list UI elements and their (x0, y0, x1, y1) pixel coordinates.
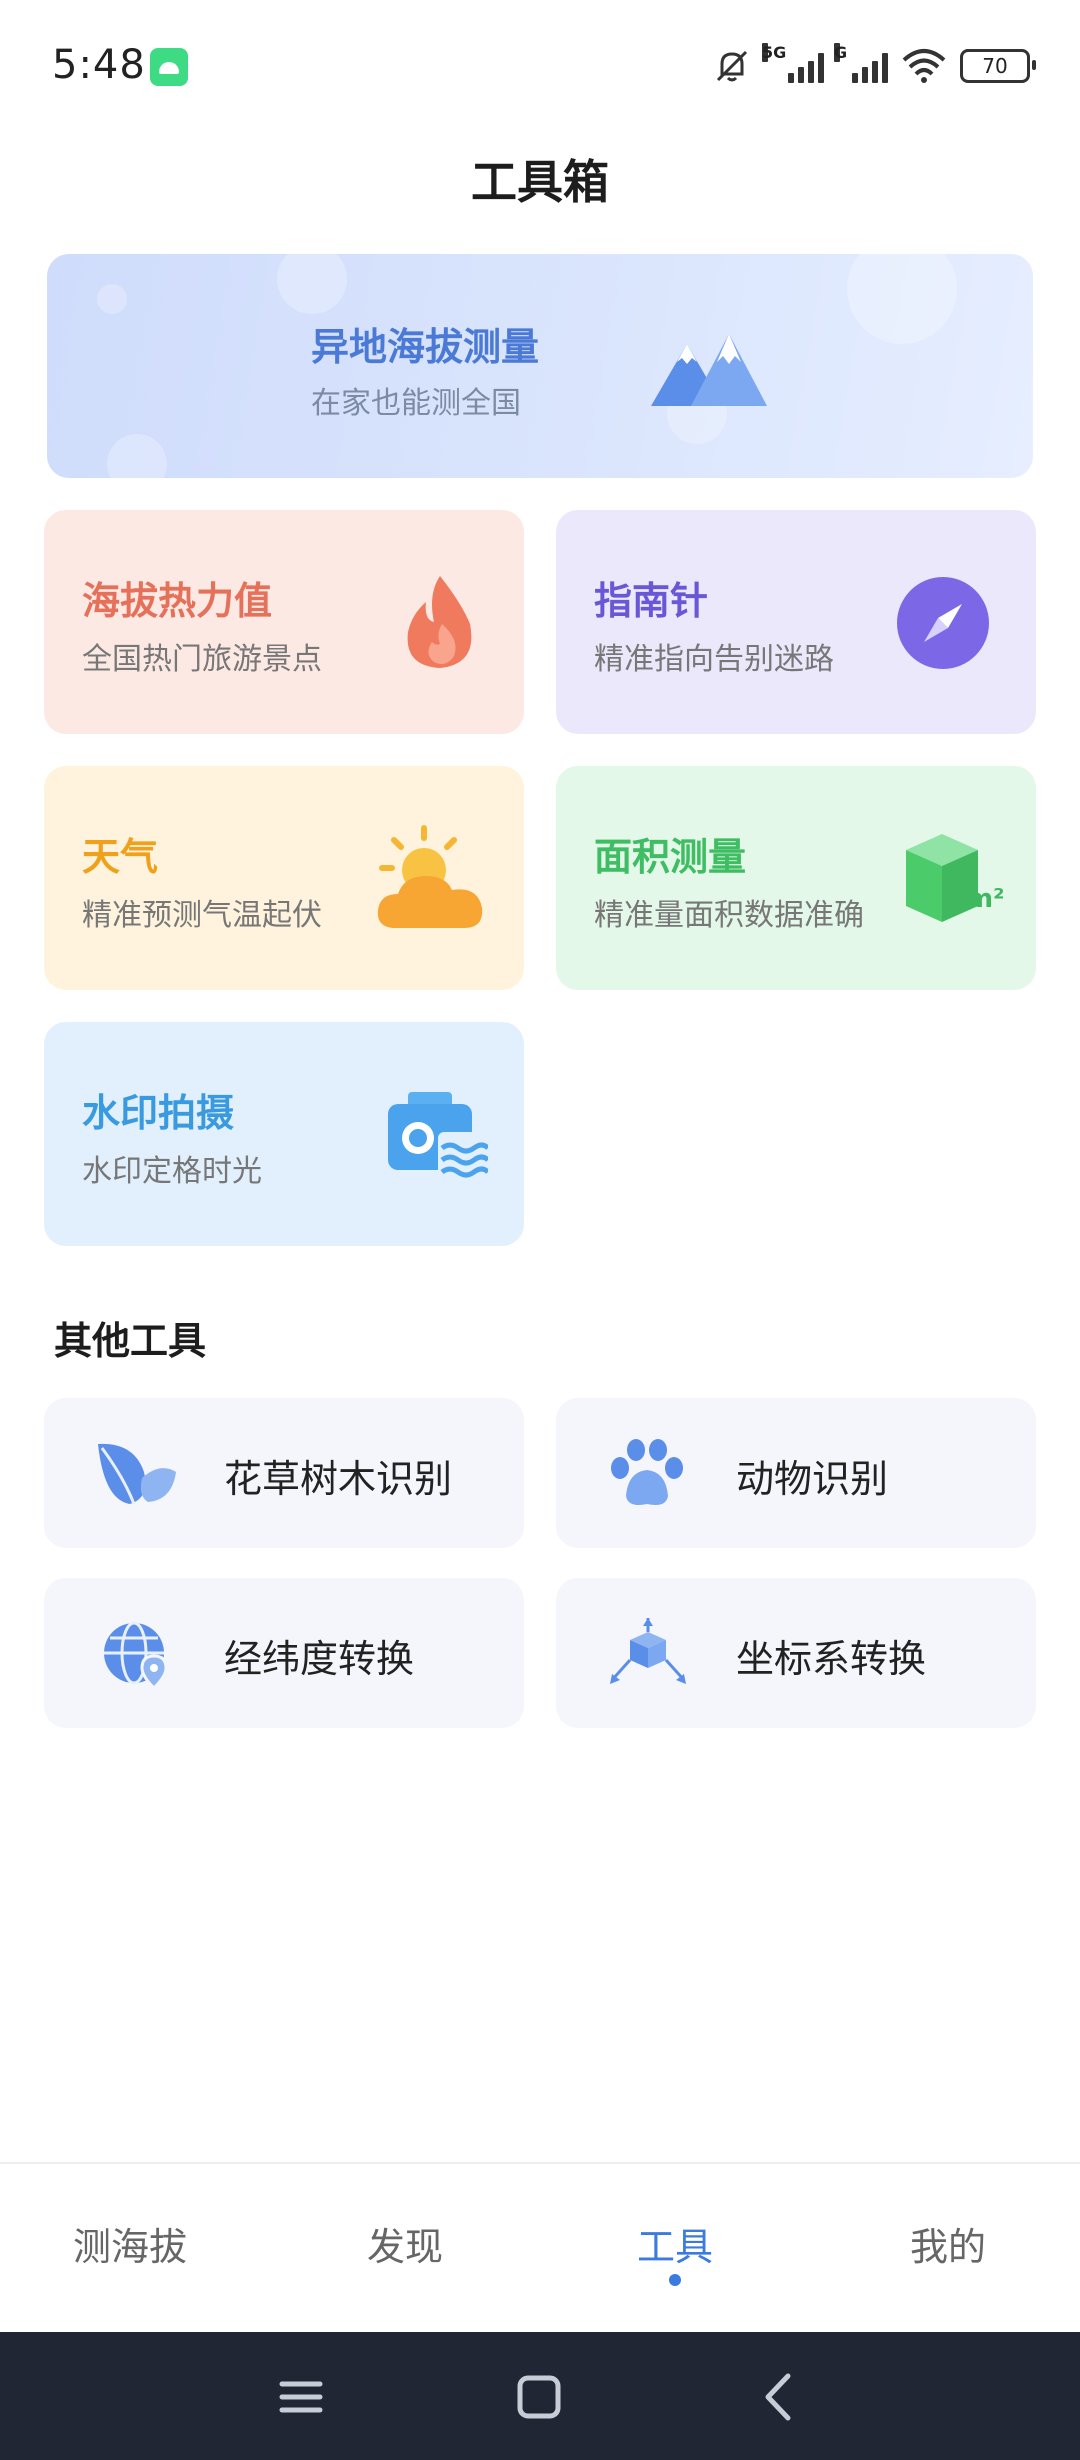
bottom-tab-bar: 测海拔 发现 工具 我的 (0, 2162, 1080, 2334)
coordinate-convert-button[interactable]: 坐标系转换 (556, 1578, 1036, 1728)
watermark-camera-card[interactable]: 水印拍摄 水印定格时光 (44, 1022, 524, 1246)
network-type-g: G (834, 43, 848, 62)
status-bar: 5:48 5G G 70 (0, 0, 1080, 140)
card-subtitle: 全国热门旅游景点 (82, 642, 322, 677)
area-unit-label: m² (966, 884, 1005, 914)
tool-label: 花草树木识别 (224, 1457, 453, 1501)
compass-icon (897, 577, 989, 669)
card-title: 水印拍摄 (82, 1091, 235, 1135)
card-title: 指南针 (594, 579, 709, 623)
animal-identify-button[interactable]: 动物识别 (556, 1398, 1036, 1548)
leaf-icon (98, 1443, 176, 1505)
decor-bubble (277, 254, 347, 314)
card-title: 海拔热力值 (82, 579, 273, 623)
signal-icon: 5G (762, 43, 824, 83)
bell-off-icon (716, 50, 748, 82)
mountain-icon (651, 334, 767, 406)
signal-icon-2: G (834, 43, 888, 83)
status-time: 5:48 (52, 42, 146, 88)
card-subtitle: 精准量面积数据准确 (594, 898, 864, 933)
card-subtitle: 精准预测气温起伏 (82, 898, 322, 933)
home-icon[interactable] (504, 2362, 574, 2432)
area-measure-card[interactable]: 面积测量 精准量面积数据准确 m² (556, 766, 1036, 990)
decor-bubble (97, 284, 127, 314)
system-nav-bar (0, 2332, 1080, 2460)
sun-cloud-icon (377, 825, 483, 928)
plant-identify-button[interactable]: 花草树木识别 (44, 1398, 524, 1548)
menu-icon[interactable] (266, 2362, 336, 2432)
tab-altitude[interactable]: 测海拔 (30, 2216, 230, 2271)
decor-bubble (847, 254, 957, 344)
watermark-camera-icon (388, 1092, 488, 1178)
card-title: 面积测量 (594, 835, 747, 879)
tool-label: 坐标系转换 (736, 1637, 927, 1681)
compass-card[interactable]: 指南针 精准指向告别迷路 (556, 510, 1036, 734)
tab-discover[interactable]: 发现 (305, 2216, 505, 2271)
featured-subtitle: 在家也能测全国 (311, 386, 521, 421)
tab-tools[interactable]: 工具 (575, 2216, 775, 2271)
globe-pin-icon (104, 1621, 168, 1688)
card-subtitle: 精准指向告别迷路 (594, 642, 834, 677)
decor-bubble (107, 434, 167, 478)
flame-icon (407, 576, 472, 668)
network-type-5g: 5G (762, 43, 787, 62)
coordinate-axes-icon (610, 1618, 686, 1684)
featured-title: 异地海拔测量 (311, 325, 540, 369)
status-icons: 5G G 70 (712, 43, 1036, 88)
card-title: 天气 (82, 835, 159, 879)
tool-label: 经纬度转换 (224, 1637, 415, 1681)
android-app-icon (150, 48, 188, 86)
active-tab-indicator (669, 2274, 681, 2286)
latlng-convert-button[interactable]: 经纬度转换 (44, 1578, 524, 1728)
paw-icon (611, 1439, 683, 1505)
battery-icon: 70 (960, 49, 1036, 83)
other-tools-title: 其他工具 (54, 1319, 207, 1363)
page-title: 工具箱 (471, 155, 609, 209)
card-subtitle: 水印定格时光 (82, 1154, 262, 1189)
weather-card[interactable]: 天气 精准预测气温起伏 (44, 766, 524, 990)
tab-mine[interactable]: 我的 (848, 2216, 1048, 2271)
back-icon[interactable] (744, 2362, 814, 2432)
tool-label: 动物识别 (736, 1457, 889, 1501)
wifi-icon (902, 49, 946, 83)
heat-value-card[interactable]: 海拔热力值 全国热门旅游景点 (44, 510, 524, 734)
featured-altitude-card[interactable]: 异地海拔测量 在家也能测全国 (47, 254, 1033, 478)
